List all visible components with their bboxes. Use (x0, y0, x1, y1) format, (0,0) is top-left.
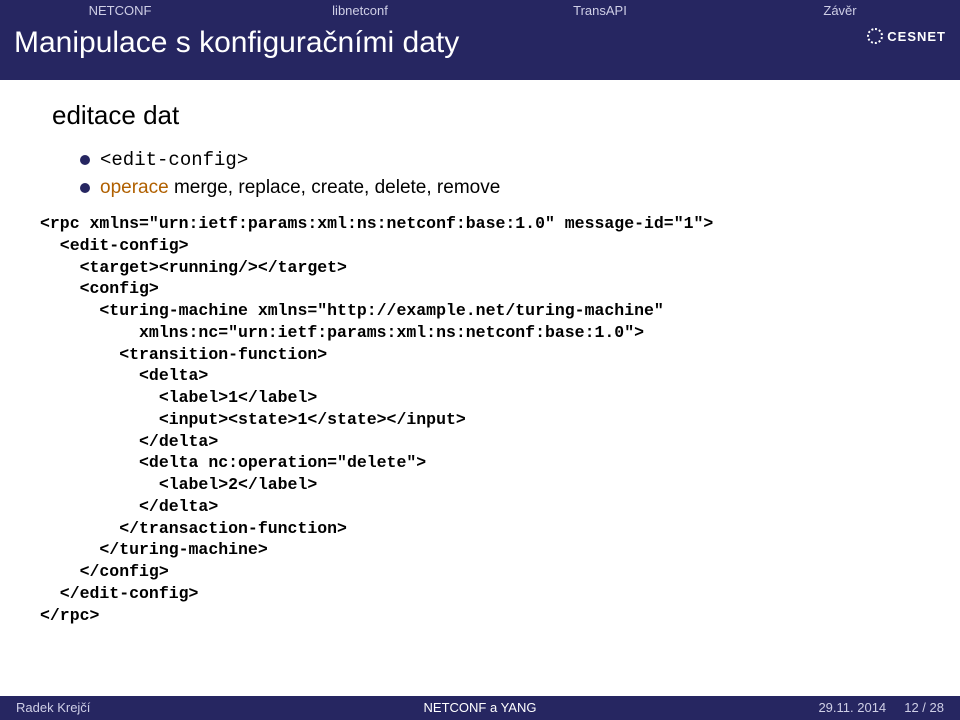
header: Manipulace s konfiguračními daty CESNET (0, 22, 960, 80)
bullet-2-text: operace merge, replace, create, delete, … (100, 177, 500, 199)
bullet-2-prefix: operace (100, 177, 169, 198)
content: editace dat <edit-config> operace merge,… (0, 80, 960, 627)
footer: Radek Krejčí NETCONF a YANG 29.11. 2014 … (0, 696, 960, 720)
code-block: <rpc xmlns="urn:ietf:params:xml:ns:netco… (40, 213, 908, 627)
bullet-2-ops: merge, replace, create, delete, remove (169, 177, 501, 198)
bullet-1: <edit-config> (80, 149, 908, 171)
logo-text: CESNET (887, 29, 946, 44)
footer-date: 29.11. 2014 (818, 700, 886, 715)
footer-author: Radek Krejčí (0, 696, 308, 720)
bullet-icon (80, 155, 90, 165)
bullets: <edit-config> operace merge, replace, cr… (52, 149, 908, 199)
footer-right: 29.11. 2014 12 / 28 (652, 696, 960, 720)
nav-item-netconf[interactable]: NETCONF (0, 0, 240, 22)
section-heading: editace dat (52, 100, 908, 131)
nav: NETCONF libnetconf TransAPI Závěr (0, 0, 960, 22)
bullet-2: operace merge, replace, create, delete, … (80, 177, 908, 199)
page-title: Manipulace s konfiguračními daty (14, 26, 459, 60)
nav-item-libnetconf[interactable]: libnetconf (240, 0, 480, 22)
bullet-1-text: <edit-config> (100, 149, 248, 171)
footer-page: 12 / 28 (904, 700, 944, 715)
footer-center: NETCONF a YANG (308, 696, 653, 720)
gear-icon (867, 28, 883, 44)
nav-item-transapi[interactable]: TransAPI (480, 0, 720, 22)
logo: CESNET (867, 28, 946, 44)
nav-item-zaver[interactable]: Závěr (720, 0, 960, 22)
bullet-icon (80, 183, 90, 193)
